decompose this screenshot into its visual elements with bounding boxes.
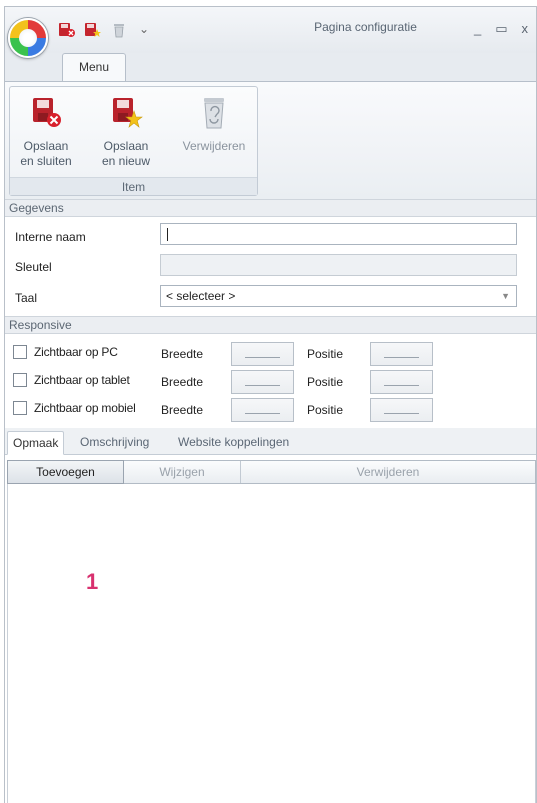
ribbon-group-label: Item <box>10 177 257 195</box>
checkbox-pc[interactable] <box>13 345 27 359</box>
positie-label: Positie <box>307 347 344 361</box>
delete-button[interactable]: Verwijderen <box>174 93 254 154</box>
responsive-row-tablet: Zichtbaar op tablet Breedte Positie <box>13 370 533 394</box>
interne-naam-input[interactable] <box>160 223 517 245</box>
breedte-tablet-input[interactable] <box>231 370 294 394</box>
taal-label: Taal <box>15 291 38 305</box>
ribbon-group-item: Opslaan en sluiten Opslaan en nieuw Verw… <box>9 86 258 196</box>
tab-website-koppelingen[interactable]: Website koppelingen <box>173 431 294 455</box>
title-bar: ⌄ Pagina configuratie _ ▭ x <box>5 7 536 58</box>
save-close-label-1: Opslaan <box>23 139 69 153</box>
checkbox-pc-label[interactable]: Zichtbaar op PC <box>34 345 118 359</box>
application-orb[interactable] <box>8 18 48 58</box>
checkbox-mobiel-label[interactable]: Zichtbaar op mobiel <box>34 401 136 415</box>
save-close-button[interactable]: Opslaan en sluiten <box>14 93 78 169</box>
item-toolbar: Toevoegen Wijzigen Verwijderen <box>7 460 536 484</box>
opmaak-content-area[interactable]: 1 <box>7 484 536 803</box>
sleutel-label: Sleutel <box>15 260 52 274</box>
tab-omschrijving[interactable]: Omschrijving <box>75 431 154 455</box>
maximize-icon[interactable]: ▭ <box>495 21 507 37</box>
breedte-label: Breedte <box>161 347 204 361</box>
breedte-mobiel-input[interactable] <box>231 398 294 422</box>
interne-naam-label: Interne naam <box>15 230 86 244</box>
window-controls: _ ▭ x <box>474 21 528 37</box>
window-title: Pagina configuratie <box>314 20 417 34</box>
positie-tablet-input[interactable] <box>370 370 433 394</box>
ribbon-tab-menu[interactable]: Menu <box>62 53 126 81</box>
breedte-label: Breedte <box>161 403 204 417</box>
minimize-icon[interactable]: _ <box>474 21 481 37</box>
text-caret <box>167 228 168 241</box>
breedte-label: Breedte <box>161 375 204 389</box>
checkbox-tablet-label[interactable]: Zichtbaar op tablet <box>34 373 130 387</box>
close-icon[interactable]: x <box>522 21 529 37</box>
recycle-bin-icon <box>174 93 254 133</box>
checkbox-tablet[interactable] <box>13 373 27 387</box>
breedte-pc-input[interactable] <box>231 342 294 366</box>
tab-opmaak[interactable]: Opmaak <box>7 431 65 455</box>
window: ⌄ Pagina configuratie _ ▭ x Menu Opslaan… <box>4 6 537 803</box>
save-new-label-1: Opslaan <box>103 139 149 153</box>
responsive-row-pc: Zichtbaar op PC Breedte Positie <box>13 342 533 366</box>
responsive-row-mobiel: Zichtbaar op mobiel Breedte Positie <box>13 398 533 422</box>
delete-label-1: Verwijderen <box>182 139 246 153</box>
save-new-icon <box>94 93 158 133</box>
ribbon: Opslaan en sluiten Opslaan en nieuw Verw… <box>5 81 536 199</box>
annotation-marker: 1 <box>86 569 99 594</box>
positie-label: Positie <box>307 403 344 417</box>
save-new-label-2: en nieuw <box>101 154 151 168</box>
chevron-down-icon: ▼ <box>501 291 510 301</box>
edit-button[interactable]: Wijzigen <box>124 461 241 483</box>
save-new-button[interactable]: Opslaan en nieuw <box>94 93 158 169</box>
ribbon-tab-strip: Menu <box>5 53 536 81</box>
save-close-icon <box>14 93 78 133</box>
positie-pc-input[interactable] <box>370 342 433 366</box>
taal-selected-value: < selecteer > <box>166 289 236 303</box>
checkbox-mobiel[interactable] <box>13 401 27 415</box>
tab-strip: Opmaak Omschrijving Website koppelingen <box>5 428 536 455</box>
section-gegevens-header: Gegevens <box>5 199 536 217</box>
positie-label: Positie <box>307 375 344 389</box>
taal-select[interactable]: < selecteer > ▼ <box>160 285 517 307</box>
delete-item-button[interactable]: Verwijderen <box>241 461 535 483</box>
save-close-label-2: en sluiten <box>20 154 72 168</box>
positie-mobiel-input[interactable] <box>370 398 433 422</box>
section-responsive-header: Responsive <box>5 316 536 334</box>
sleutel-input[interactable] <box>160 254 517 276</box>
add-button[interactable]: Toevoegen <box>7 460 124 484</box>
